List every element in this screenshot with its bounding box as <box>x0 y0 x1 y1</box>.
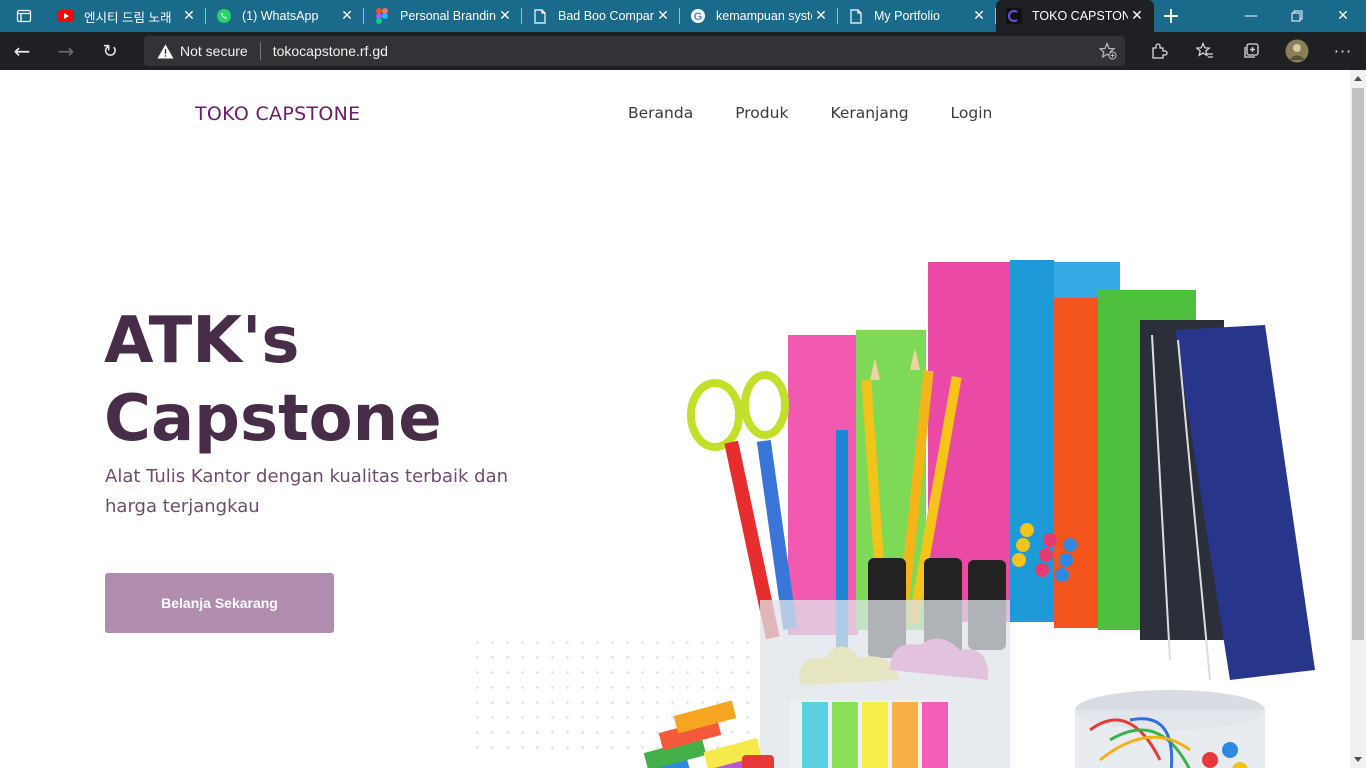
collections-button[interactable] <box>1228 32 1274 70</box>
back-arrow-icon: ← <box>13 39 31 63</box>
tab-whatsapp[interactable]: (1) WhatsApp ✕ <box>206 0 364 32</box>
tab-title: kemampuan system <box>716 9 812 23</box>
back-button[interactable]: ← <box>0 32 44 70</box>
tab-google[interactable]: G kemampuan system ✕ <box>680 0 838 32</box>
collections-icon <box>1244 43 1259 58</box>
favorites-icon <box>1196 42 1213 58</box>
svg-text:G: G <box>694 11 703 23</box>
forward-arrow-icon: → <box>57 39 75 63</box>
minimize-button[interactable]: — <box>1228 0 1274 32</box>
refresh-button[interactable]: ↻ <box>88 32 132 70</box>
google-icon: G <box>690 8 706 24</box>
site-icon <box>1006 8 1022 24</box>
whatsapp-icon <box>216 8 232 24</box>
scroll-down-icon[interactable] <box>1354 757 1362 762</box>
tab-title: TOKO CAPSTONE <box>1032 9 1128 23</box>
more-menu-button[interactable]: ··· <box>1320 32 1366 70</box>
page-scrollbar[interactable] <box>1350 70 1366 768</box>
refresh-icon: ↻ <box>102 40 118 62</box>
close-tab-icon[interactable]: ✕ <box>812 8 830 24</box>
stationery-hero-image <box>628 260 1315 768</box>
close-tab-icon[interactable]: ✕ <box>654 8 672 24</box>
more-icon: ··· <box>1333 41 1353 61</box>
extensions-button[interactable] <box>1136 32 1182 70</box>
browser-tab-bar: 엔시티 드림 노래 ✕ (1) WhatsApp ✕ Personal Bran… <box>0 0 1366 32</box>
close-tab-icon[interactable]: ✕ <box>970 8 988 24</box>
close-icon: ✕ <box>1337 8 1349 24</box>
hero-title-line1: ATK's <box>104 304 300 378</box>
nav-keranjang[interactable]: Keranjang <box>830 104 908 122</box>
profile-button[interactable] <box>1274 32 1320 70</box>
close-tab-icon[interactable]: ✕ <box>338 8 356 24</box>
site-logo[interactable]: TOKO CAPSTONE <box>195 103 360 125</box>
tab-title: Personal Branding <box>400 9 496 23</box>
tab-title: Bad Boo Company <box>558 9 654 23</box>
close-window-button[interactable]: ✕ <box>1320 0 1366 32</box>
browser-toolbar: ← → ↻ Not secure tokocapstone.rf.gd ··· <box>0 32 1366 70</box>
tab-portfolio[interactable]: My Portfolio ✕ <box>838 0 996 32</box>
close-tab-icon[interactable]: ✕ <box>180 8 198 24</box>
address-divider <box>259 42 261 60</box>
nav-login[interactable]: Login <box>951 104 993 122</box>
tab-title: (1) WhatsApp <box>242 9 319 23</box>
address-bar[interactable]: Not secure tokocapstone.rf.gd <box>144 36 1125 66</box>
tab-figma[interactable]: Personal Branding ✕ <box>364 0 522 32</box>
web-page: TOKO CAPSTONE Beranda Produk Keranjang L… <box>0 70 1350 768</box>
warning-icon <box>156 42 174 60</box>
close-tab-icon[interactable]: ✕ <box>1128 8 1146 24</box>
tab-title: 엔시티 드림 노래 <box>84 10 172 25</box>
nav-beranda[interactable]: Beranda <box>628 104 693 122</box>
tab-actions-icon <box>16 9 32 23</box>
document-icon <box>848 8 864 24</box>
tab-title: My Portfolio <box>874 9 940 23</box>
forward-button[interactable]: → <box>44 32 88 70</box>
document-icon <box>532 8 548 24</box>
tab-toko-capstone[interactable]: TOKO CAPSTONE ✕ <box>996 0 1154 32</box>
minimize-icon: — <box>1244 8 1258 24</box>
hero-title: ATK's Capstone <box>104 302 442 458</box>
restore-icon <box>1291 10 1303 22</box>
window-controls: — ✕ <box>1228 0 1366 32</box>
add-favorite-icon[interactable] <box>1098 41 1117 64</box>
scrollbar-thumb[interactable] <box>1352 88 1364 640</box>
toolbar-right: ··· <box>1136 32 1366 70</box>
youtube-icon <box>58 8 74 24</box>
plus-icon: + <box>1161 3 1181 29</box>
restore-button[interactable] <box>1274 0 1320 32</box>
new-tab-button[interactable]: + <box>1154 0 1188 32</box>
shop-now-button[interactable]: Belanja Sekarang <box>105 573 334 633</box>
scroll-up-icon[interactable] <box>1354 76 1362 81</box>
figma-icon <box>374 8 390 24</box>
puzzle-icon <box>1152 43 1168 59</box>
tab-actions-button[interactable] <box>0 0 48 32</box>
security-status[interactable]: Not secure <box>180 43 248 59</box>
hero-title-line2: Capstone <box>104 382 442 456</box>
tab-youtube[interactable]: 엔시티 드림 노래 ✕ <box>48 0 206 32</box>
nav-produk[interactable]: Produk <box>735 104 788 122</box>
url-text[interactable]: tokocapstone.rf.gd <box>273 43 388 59</box>
main-nav: Beranda Produk Keranjang Login <box>628 104 992 122</box>
close-tab-icon[interactable]: ✕ <box>496 8 514 24</box>
tab-bad-boo[interactable]: Bad Boo Company ✕ <box>522 0 680 32</box>
favorites-button[interactable] <box>1182 32 1228 70</box>
avatar <box>1285 39 1309 63</box>
